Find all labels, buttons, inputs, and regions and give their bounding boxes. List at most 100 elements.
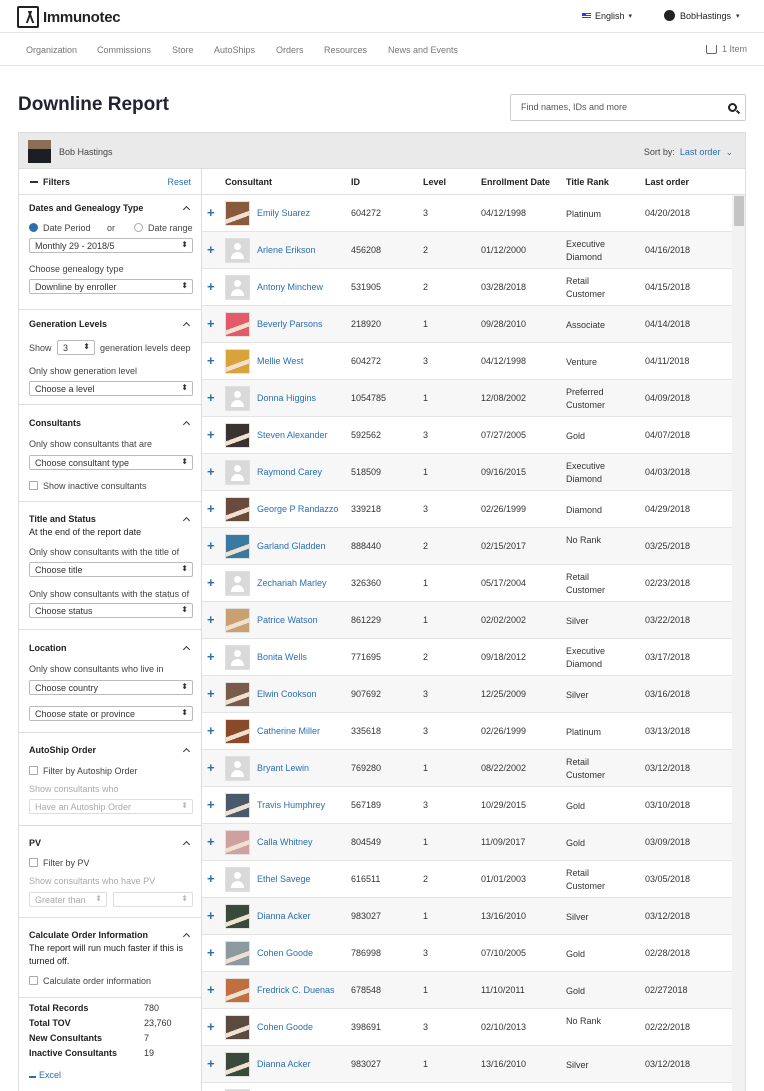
- nav-orders[interactable]: Orders: [276, 45, 304, 55]
- inactive-checkbox[interactable]: [29, 481, 38, 490]
- date-range-radio[interactable]: [134, 223, 143, 232]
- expand-icon[interactable]: +: [207, 945, 215, 960]
- nav-news-and-events[interactable]: News and Events: [388, 45, 458, 55]
- consultant-name-link[interactable]: Patrice Watson: [257, 615, 318, 625]
- expand-icon[interactable]: +: [207, 242, 215, 257]
- col-last-order[interactable]: Last order: [645, 177, 689, 187]
- consultant-name-link[interactable]: Mellie West: [257, 356, 303, 366]
- consultant-name-link[interactable]: Donna Higgins: [257, 393, 316, 403]
- expand-icon[interactable]: +: [207, 501, 215, 516]
- status-select[interactable]: Choose status: [29, 603, 193, 618]
- chevron-up-icon[interactable]: [182, 645, 191, 654]
- expand-icon[interactable]: +: [207, 390, 215, 405]
- scrollbar[interactable]: [732, 195, 745, 1091]
- consultant-name-link[interactable]: Calla Whitney: [257, 837, 313, 847]
- consultant-name-link[interactable]: Catherine Miller: [257, 726, 320, 736]
- expand-icon[interactable]: +: [207, 1056, 215, 1071]
- chevron-up-icon[interactable]: [182, 321, 191, 330]
- expand-icon[interactable]: +: [207, 649, 215, 664]
- expand-icon[interactable]: +: [207, 464, 215, 479]
- consultant-name-link[interactable]: Emily Suarez: [257, 208, 310, 218]
- consultant-name-link[interactable]: Steven Alexander: [257, 430, 328, 440]
- consultant-name-link[interactable]: Garland Gladden: [257, 541, 326, 551]
- consultant-name-link[interactable]: Raymond Carey: [257, 467, 322, 477]
- consultant-name-link[interactable]: Fredrick C. Duenas: [257, 985, 335, 995]
- expand-icon[interactable]: +: [207, 834, 215, 849]
- consultant-name-link[interactable]: Beverly Parsons: [257, 319, 323, 329]
- nav-autoships[interactable]: AutoShips: [214, 45, 255, 55]
- immunotec-logo[interactable]: Immunotec: [17, 6, 121, 28]
- consultant-name-link[interactable]: Bonita Wells: [257, 652, 307, 662]
- expand-icon[interactable]: +: [207, 982, 215, 997]
- level-select[interactable]: Choose a level: [29, 381, 193, 396]
- expand-icon[interactable]: +: [207, 538, 215, 553]
- expand-icon[interactable]: +: [207, 316, 215, 331]
- consultant-name-link[interactable]: George P Randazzo: [257, 504, 338, 514]
- consultant-name-link[interactable]: Elwin Cookson: [257, 689, 317, 699]
- expand-icon[interactable]: +: [207, 353, 215, 368]
- date-period-radio[interactable]: [29, 223, 38, 232]
- calc-checkbox[interactable]: [29, 976, 38, 985]
- chevron-up-icon[interactable]: [182, 205, 191, 214]
- date-period-select[interactable]: Monthly 29 - 2018/5: [29, 238, 193, 253]
- chevron-up-icon[interactable]: [182, 516, 191, 525]
- expand-icon[interactable]: +: [207, 427, 215, 442]
- consultant-name-link[interactable]: Antony Minchew: [257, 282, 323, 292]
- expand-icon[interactable]: +: [207, 723, 215, 738]
- expand-icon[interactable]: +: [207, 575, 215, 590]
- user-menu[interactable]: BobHastings ▾: [664, 10, 740, 21]
- search-input[interactable]: [521, 102, 721, 112]
- consultant-name-link[interactable]: Cohen Goode: [257, 1022, 313, 1032]
- expand-icon[interactable]: +: [207, 871, 215, 886]
- country-select[interactable]: Choose country: [29, 680, 193, 695]
- collapse-icon[interactable]: [30, 181, 38, 183]
- col-enrollment-date[interactable]: Enrollment Date: [481, 177, 550, 187]
- consultant-name-link[interactable]: Arlene Erikson: [257, 245, 316, 255]
- chevron-up-icon[interactable]: [182, 420, 191, 429]
- title-select[interactable]: Choose title: [29, 562, 193, 577]
- autoship-select[interactable]: Have an Autoship Order: [29, 799, 193, 814]
- search-icon[interactable]: [728, 103, 737, 112]
- expand-icon[interactable]: +: [207, 205, 215, 220]
- consultant-name-link[interactable]: Zechariah Marley: [257, 578, 327, 588]
- col-title-rank[interactable]: Title Rank: [566, 177, 609, 187]
- pv-comparator-select[interactable]: Greater than: [29, 892, 107, 907]
- consultant-name-link[interactable]: Dianna Acker: [257, 911, 311, 921]
- language-selector[interactable]: English ▾: [582, 11, 632, 21]
- consultant-name-link[interactable]: Ethel Savege: [257, 874, 311, 884]
- pv-value-input[interactable]: [113, 892, 193, 907]
- consultant-name-link[interactable]: Travis Humphrey: [257, 800, 325, 810]
- chevron-down-icon: ⌄: [725, 147, 733, 157]
- expand-icon[interactable]: +: [207, 612, 215, 627]
- col-level[interactable]: Level: [423, 177, 446, 187]
- reset-link[interactable]: Reset: [167, 177, 191, 187]
- expand-icon[interactable]: +: [207, 908, 215, 923]
- expand-icon[interactable]: +: [207, 760, 215, 775]
- scroll-thumb[interactable]: [734, 196, 744, 226]
- cart-button[interactable]: 1 Item: [706, 44, 747, 54]
- expand-icon[interactable]: +: [207, 1019, 215, 1034]
- state-select[interactable]: Choose state or province: [29, 706, 193, 721]
- expand-icon[interactable]: +: [207, 279, 215, 294]
- expand-icon[interactable]: +: [207, 797, 215, 812]
- consultant-name-link[interactable]: Bryant Lewin: [257, 763, 309, 773]
- levels-select[interactable]: 3: [57, 340, 95, 355]
- nav-store[interactable]: Store: [172, 45, 194, 55]
- consultant-name-link[interactable]: Cohen Goode: [257, 948, 313, 958]
- col-id[interactable]: ID: [351, 177, 360, 187]
- excel-export-link[interactable]: Excel: [29, 1070, 61, 1080]
- col-consultant[interactable]: Consultant: [225, 177, 272, 187]
- chevron-up-icon[interactable]: [182, 932, 191, 941]
- sort-control[interactable]: Sort by: Last order ⌄: [644, 147, 733, 158]
- chevron-up-icon[interactable]: [182, 840, 191, 849]
- consultant-type-select[interactable]: Choose consultant type: [29, 455, 193, 470]
- genealogy-select[interactable]: Downline by enroller: [29, 279, 193, 294]
- nav-resources[interactable]: Resources: [324, 45, 367, 55]
- consultant-name-link[interactable]: Dianna Acker: [257, 1059, 311, 1069]
- nav-organization[interactable]: Organization: [26, 45, 77, 55]
- autoship-checkbox[interactable]: [29, 766, 38, 775]
- pv-checkbox[interactable]: [29, 858, 38, 867]
- nav-commissions[interactable]: Commissions: [97, 45, 151, 55]
- chevron-up-icon[interactable]: [182, 747, 191, 756]
- expand-icon[interactable]: +: [207, 686, 215, 701]
